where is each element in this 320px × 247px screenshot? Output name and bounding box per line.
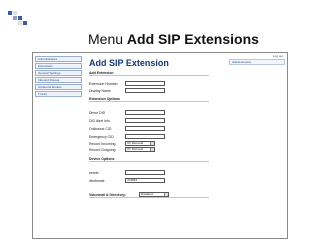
- display-name-input[interactable]: [125, 88, 165, 93]
- bullet-square: [13, 11, 17, 15]
- dtmfmode-label: dtmfmode: [89, 179, 105, 183]
- secret-label: secret: [89, 171, 99, 175]
- dtmfmode-input[interactable]: rfc2833: [125, 178, 165, 183]
- bullet-square: [18, 21, 22, 25]
- slide-title-prefix: Menu: [88, 31, 127, 47]
- section-device-options: Device Options: [89, 157, 209, 162]
- did-alert-info-input[interactable]: [125, 118, 165, 123]
- emergency-cid-label: Emergency CID: [89, 135, 114, 139]
- sidebar-item-general-settings[interactable]: General Settings: [35, 70, 82, 76]
- sidebar-item-outbound-routes[interactable]: Outbound Routes: [35, 84, 82, 90]
- record-outgoing-select[interactable]: On Demand: [125, 147, 155, 152]
- sidebar-item-inbound-routes[interactable]: Inbound Routes: [35, 77, 82, 83]
- sidebar-item-extensions[interactable]: Extensions: [35, 63, 82, 69]
- app-screenshot: Log out Administrators Extensions Genera…: [32, 52, 288, 239]
- logout-link[interactable]: Log out: [273, 54, 283, 58]
- bullet-square: [23, 21, 27, 25]
- chevron-down-icon: [164, 193, 168, 196]
- emergency-cid-input[interactable]: [125, 134, 165, 139]
- bullet-square: [13, 16, 17, 20]
- page-title: Add SIP Extension: [89, 58, 169, 68]
- did-alert-info-label: DID Alert Info: [89, 119, 110, 123]
- direct-did-label: Direct DID: [89, 111, 106, 115]
- record-incoming-label: Record Incoming: [89, 142, 116, 146]
- add-extension-link[interactable]: Add Extension: [229, 59, 285, 65]
- record-incoming-select[interactable]: On Demand: [125, 141, 155, 146]
- slide-title-emphasis: Add SIP Extensions: [126, 31, 259, 47]
- extension-number-label: Extension Number: [89, 82, 118, 86]
- outbound-cid-label: Outbound CID: [89, 127, 112, 131]
- record-outgoing-label: Record Outgoing: [89, 148, 116, 152]
- section-add-extension: Add Extension: [89, 71, 209, 76]
- chevron-down-icon: [150, 148, 154, 151]
- sidebar-nav: Administrators Extensions General Settin…: [35, 56, 82, 98]
- record-outgoing-value: On Demand: [127, 147, 144, 151]
- sidebar-item-trunks[interactable]: Trunks: [35, 91, 82, 97]
- record-incoming-value: On Demand: [127, 141, 144, 145]
- voicemail-value: Disabled: [141, 192, 153, 196]
- bullet-square: [18, 16, 22, 20]
- slide-bullets: [8, 5, 28, 35]
- outbound-cid-input[interactable]: [125, 126, 165, 131]
- secret-input[interactable]: [125, 170, 165, 175]
- direct-did-input[interactable]: [125, 110, 165, 115]
- slide-title: Menu Add SIP Extensions: [88, 31, 259, 47]
- bullet-square: [8, 11, 12, 15]
- display-name-label: Display Name: [89, 89, 111, 93]
- chevron-down-icon: [150, 142, 154, 145]
- sidebar-item-administrators[interactable]: Administrators: [35, 56, 82, 62]
- extension-number-input[interactable]: [125, 81, 165, 86]
- section-extension-options: Extension Options: [89, 97, 209, 102]
- voicemail-select[interactable]: Disabled: [139, 192, 169, 197]
